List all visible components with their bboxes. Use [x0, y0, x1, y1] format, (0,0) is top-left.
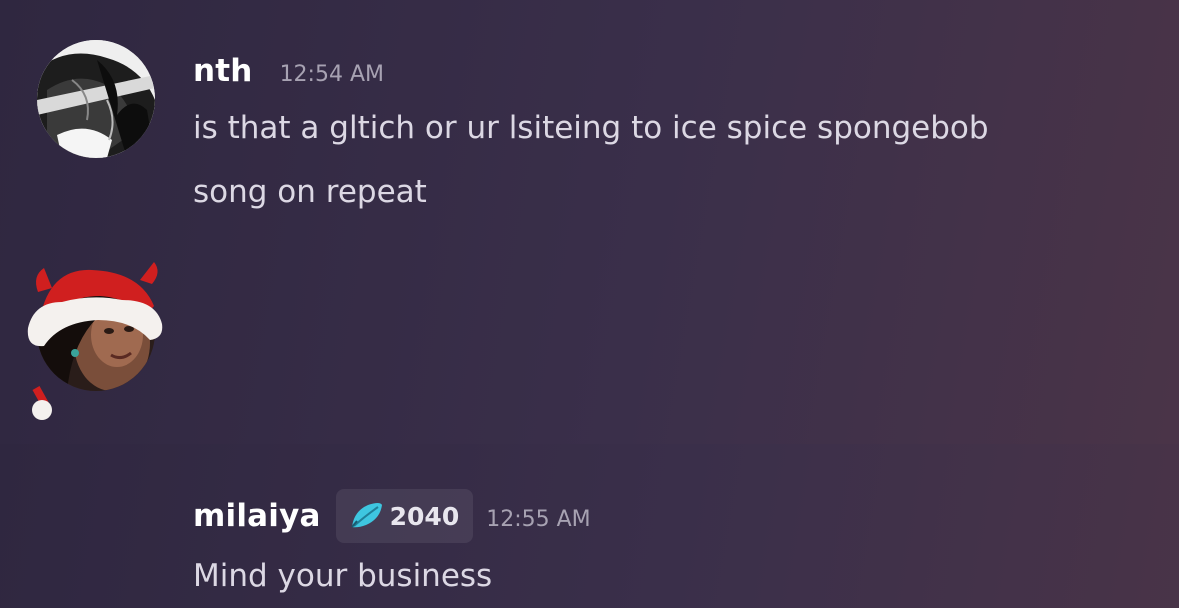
message-group[interactable]: milaiya 2040 12:55 AM Mind your business [0, 220, 1179, 594]
username[interactable]: milaiya [193, 498, 321, 534]
message-timestamp: 12:54 AM [279, 61, 384, 87]
badge-value: 2040 [389, 501, 460, 531]
level-badge[interactable]: 2040 [335, 489, 474, 543]
message-header: milaiya 2040 12:55 AM [193, 488, 591, 544]
message-header: nth 12:54 AM [193, 43, 384, 99]
user-avatar[interactable] [37, 273, 155, 391]
username[interactable]: nth [193, 53, 253, 89]
message-line: song on repeat [193, 174, 427, 210]
photo-avatar-image [37, 273, 155, 391]
user-avatar[interactable] [37, 40, 155, 158]
message-line: is that a gltich or ur lsiteing to ice s… [193, 110, 989, 146]
message-content: Mind your business [193, 544, 1143, 608]
message-timestamp: 12:55 AM [486, 506, 591, 532]
message-line: Mind your business [193, 558, 493, 594]
chat-message-list: nth 12:54 AM is that a gltich or ur lsit… [0, 0, 1179, 594]
message-group[interactable]: nth 12:54 AM is that a gltich or ur lsit… [0, 0, 1179, 220]
anime-avatar-image [37, 40, 155, 158]
feather-icon [350, 503, 382, 528]
message-content: is that a gltich or ur lsiteing to ice s… [193, 96, 1143, 224]
